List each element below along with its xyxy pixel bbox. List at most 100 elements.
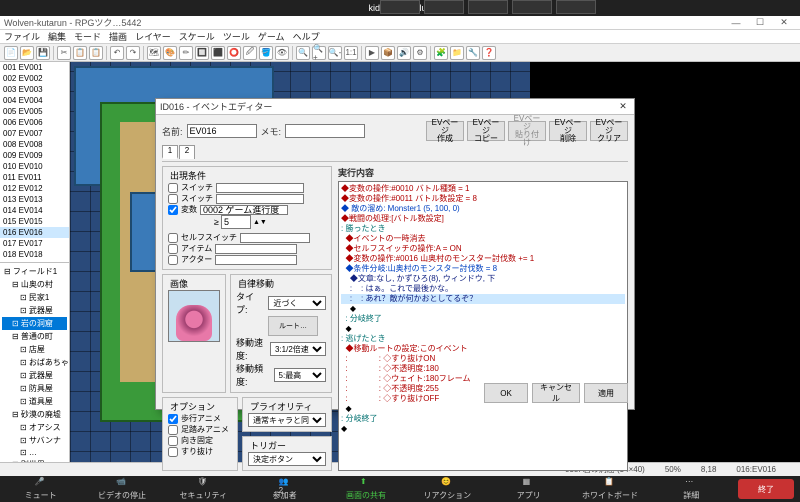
walk-anime-checkbox[interactable] [168, 414, 178, 424]
toolbar-icon[interactable]: ✂ [57, 46, 71, 60]
command-line[interactable]: : 逃げたとき [341, 334, 625, 344]
zoom-whiteboard-button[interactable]: 📋ホワイトボード [569, 477, 650, 501]
toolbar-icon[interactable]: 📋 [73, 46, 87, 60]
command-line[interactable]: : 分岐終了 [341, 414, 625, 424]
actor-checkbox[interactable] [168, 255, 178, 265]
event-list-item[interactable]: 017 EV017 [0, 238, 69, 249]
tree-item[interactable]: ⊡ 防具屋 [2, 382, 67, 395]
tree-item[interactable]: ⊟ 普通の町 [2, 330, 67, 343]
toolbar-icon[interactable]: ⭕ [227, 46, 241, 60]
menu-ヘルプ[interactable]: ヘルプ [293, 30, 320, 43]
toolbar-icon[interactable]: 🎨 [163, 46, 177, 60]
tree-item[interactable]: ⊡ 店屋 [2, 343, 67, 356]
toolbar-icon[interactable]: 💾 [36, 46, 50, 60]
command-line[interactable]: ◆文章:なし, かずひろ(8), ウィンドウ, 下 [341, 274, 625, 284]
event-list-item[interactable]: 010 EV010 [0, 161, 69, 172]
actor-select[interactable] [215, 255, 297, 265]
variable-checkbox[interactable] [168, 205, 178, 215]
zoom-participants-button[interactable]: 👥2参加者 [244, 477, 325, 501]
variable-select[interactable] [200, 205, 288, 215]
toolbar-icon[interactable]: 🖉 [243, 46, 257, 60]
zoom-reaction-button[interactable]: 😊リアクション [407, 477, 488, 501]
zoom-mute-button[interactable]: 🎤ミュート [0, 477, 81, 501]
event-list-item[interactable]: 013 EV013 [0, 194, 69, 205]
menu-編集[interactable]: 編集 [48, 30, 66, 43]
tree-item[interactable]: ⊡ おばあちゃんの家 [2, 356, 67, 369]
switch2-checkbox[interactable] [168, 194, 178, 204]
event-list-item[interactable]: 014 EV014 [0, 205, 69, 216]
command-line[interactable]: : 分岐終了 [341, 314, 625, 324]
command-line[interactable]: : : ◇不透明度:180 [341, 364, 625, 374]
menu-ファイル[interactable]: ファイル [4, 30, 40, 43]
switch1-select[interactable] [216, 183, 304, 193]
toolbar-icon[interactable]: ✏ [179, 46, 193, 60]
zoom-end-button[interactable]: 終了 [738, 479, 794, 499]
toolbar-icon[interactable]: ↷ [126, 46, 140, 60]
event-list-item[interactable]: 012 EV012 [0, 183, 69, 194]
toolbar-icon[interactable]: 📄 [4, 46, 18, 60]
page-button-3[interactable]: EVページ 削除 [549, 121, 587, 141]
menu-スケール[interactable]: スケール [179, 30, 215, 43]
page-tab-1[interactable]: 1 [162, 145, 178, 159]
toolbar-icon[interactable]: 1:1 [344, 46, 358, 60]
through-checkbox[interactable] [168, 447, 178, 457]
move-speed-select[interactable]: 3:1/2倍速 [270, 342, 326, 356]
menu-レイヤー[interactable]: レイヤー [135, 30, 171, 43]
command-line[interactable]: ◆変数の操作:#0011 バトル数設定 = 8 [341, 194, 625, 204]
switch2-select[interactable] [216, 194, 304, 204]
toolbar-icon[interactable]: ❓ [482, 46, 496, 60]
command-line[interactable]: ◆条件分岐:山奥村のモンスター討伐数 = 8 [341, 264, 625, 274]
command-line[interactable]: ◆イベントの一時消去 [341, 234, 625, 244]
window-minimize-button[interactable]: — [724, 18, 748, 28]
toolbar-icon[interactable]: 📦 [381, 46, 395, 60]
event-list-item[interactable]: 002 EV002 [0, 73, 69, 84]
event-list-item[interactable]: 001 EV001 [0, 62, 69, 73]
event-list-item[interactable]: 011 EV011 [0, 172, 69, 183]
toolbar-icon[interactable]: 🔍- [328, 46, 342, 60]
event-list-item[interactable]: 009 EV009 [0, 150, 69, 161]
command-line[interactable]: ◆ 敵の溜め: Monster1 (5, 100, 0) [341, 204, 625, 214]
event-list-item[interactable]: 003 EV003 [0, 84, 69, 95]
tree-item[interactable]: ⊡ 武器屋 [2, 369, 67, 382]
menu-ゲーム[interactable]: ゲーム [258, 30, 285, 43]
cancel-button[interactable]: キャンセル [532, 383, 580, 403]
menu-ツール[interactable]: ツール [223, 30, 250, 43]
command-line[interactable]: ◆セルフスイッチの操作:A = ON [341, 244, 625, 254]
toolbar-icon[interactable]: 🔍 [296, 46, 310, 60]
command-list[interactable]: ◆変数の操作:#0010 バトル種類 = 1◆変数の操作:#0011 バトル数設… [338, 181, 628, 471]
toolbar-icon[interactable]: 📂 [20, 46, 34, 60]
toolbar-icon[interactable]: ⚙ [413, 46, 427, 60]
event-memo-input[interactable] [285, 124, 365, 138]
event-list-item[interactable]: 018 EV018 [0, 249, 69, 260]
event-list-item[interactable]: 015 EV015 [0, 216, 69, 227]
page-tab-2[interactable]: 2 [179, 145, 195, 159]
page-button-4[interactable]: EVページ クリア [590, 121, 628, 141]
page-button-1[interactable]: EVページ コピー [467, 121, 505, 141]
toolbar-icon[interactable]: 👁 [275, 46, 289, 60]
toolbar-icon[interactable]: 🧩 [434, 46, 448, 60]
tree-item[interactable]: ⊟ 砂漠の廃墟 [2, 408, 67, 421]
apply-button[interactable]: 適用 [584, 383, 628, 403]
toolbar-icon[interactable]: ▶ [365, 46, 379, 60]
command-line[interactable]: : : はぁ。これで最後かな。 [341, 284, 625, 294]
event-name-input[interactable] [187, 124, 257, 138]
command-line[interactable]: ◆変数の操作:#0010 バトル種類 = 1 [341, 184, 625, 194]
toolbar-icon[interactable]: 🔍+ [312, 46, 326, 60]
step-anime-checkbox[interactable] [168, 425, 178, 435]
menu-描画[interactable]: 描画 [109, 30, 127, 43]
ok-button[interactable]: OK [484, 383, 528, 403]
event-list-item[interactable]: 004 EV004 [0, 95, 69, 106]
command-line[interactable]: ◆ [341, 424, 625, 434]
move-type-select[interactable]: 近づく [268, 296, 326, 310]
participant-thumbnail[interactable] [556, 0, 596, 14]
event-list-item[interactable]: 007 EV007 [0, 128, 69, 139]
priority-select[interactable]: 通常キャラと同じ [248, 413, 326, 427]
window-close-button[interactable]: ✕ [772, 17, 796, 28]
page-button-0[interactable]: EVページ 作成 [426, 121, 464, 141]
command-line[interactable]: : : あれ？敵が何かおとしてるぞ？ [341, 294, 625, 304]
toolbar-icon[interactable]: ↶ [110, 46, 124, 60]
event-list-item[interactable]: 006 EV006 [0, 117, 69, 128]
command-line[interactable]: ◆ [341, 304, 625, 314]
participant-thumbnail[interactable] [380, 0, 420, 14]
command-line[interactable]: ◆ [341, 404, 625, 414]
